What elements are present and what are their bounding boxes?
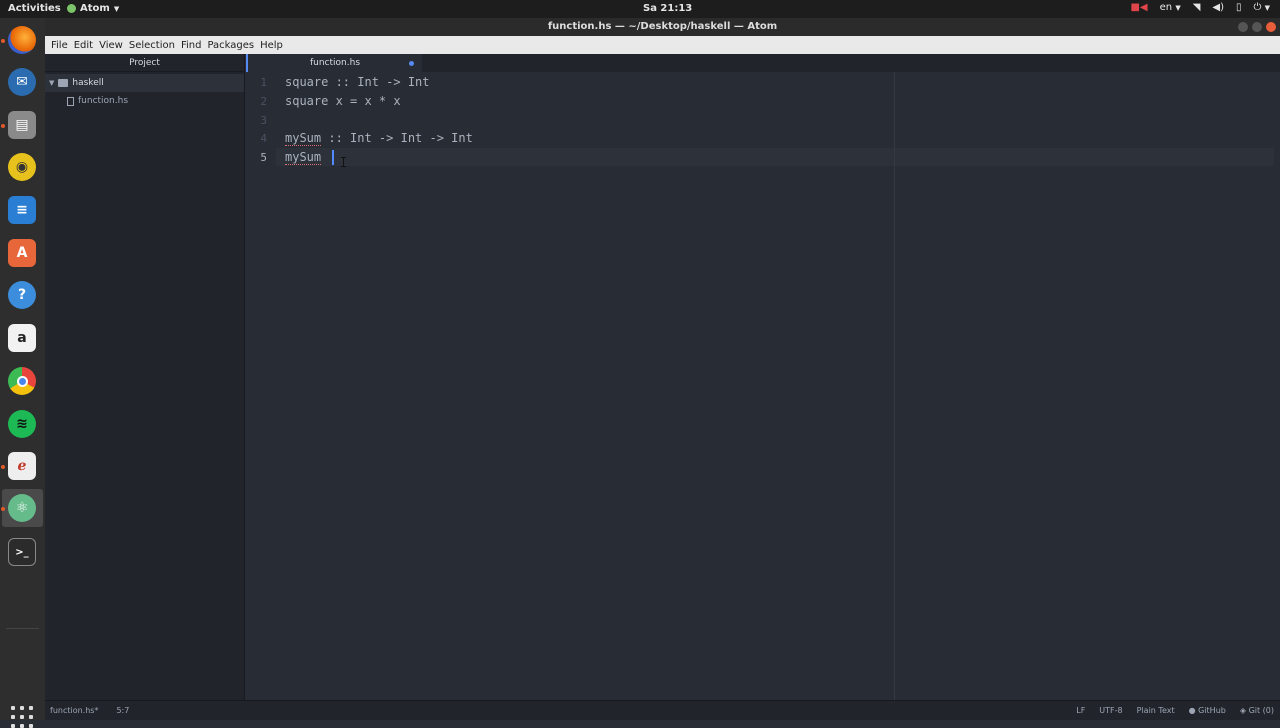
line-number: 3: [260, 114, 267, 127]
menu-selection[interactable]: Selection: [126, 40, 178, 51]
network-icon[interactable]: ◥: [1193, 2, 1201, 13]
code-line-current: mySum: [285, 150, 328, 165]
show-applications-icon[interactable]: [11, 706, 33, 728]
files-icon[interactable]: ▤: [8, 111, 36, 139]
folder-label: haskell: [72, 78, 104, 88]
menu-packages[interactable]: Packages: [204, 40, 257, 51]
menu-help[interactable]: Help: [257, 40, 286, 51]
line-number: 2: [260, 95, 267, 108]
window-title: function.hs — ~/Desktop/haskell — Atom: [547, 21, 778, 32]
clock[interactable]: Sa 21:13: [643, 3, 692, 14]
code-line: mySum :: Int -> Int -> Int: [285, 131, 473, 146]
code-line: square :: Int -> Int: [285, 75, 430, 89]
lint-squiggle: mySum: [285, 131, 322, 146]
status-encoding[interactable]: UTF-8: [1099, 706, 1122, 715]
terminal-icon[interactable]: >_: [8, 538, 36, 566]
file-icon: [67, 96, 74, 106]
status-bar: function.hs* 5:7 LF UTF-8 Plain Text ● G…: [45, 700, 1280, 720]
atom-icon[interactable]: ⚛: [8, 494, 36, 522]
help-icon[interactable]: ?: [8, 281, 36, 309]
amazon-icon[interactable]: a: [8, 324, 36, 352]
cursor-line-highlight: [276, 148, 1274, 166]
power-icon[interactable]: ⏻ ▼: [1254, 2, 1270, 13]
status-file-name[interactable]: function.hs*: [50, 706, 98, 715]
tree-folder-haskell[interactable]: ▼ haskell: [45, 74, 244, 92]
status-github[interactable]: ● GitHub: [1189, 706, 1226, 715]
document-viewer-icon[interactable]: ℯ: [8, 452, 36, 480]
close-button[interactable]: [1266, 22, 1276, 32]
line-number: 4: [260, 132, 267, 145]
tab-function-hs[interactable]: function.hs: [246, 54, 422, 72]
dock: ✉ ▤ ◉ ≡ A ? a ≋ ℯ ⚛ >_: [0, 18, 45, 728]
window-titlebar: function.hs — ~/Desktop/haskell — Atom: [45, 18, 1280, 36]
tab-bar: function.hs: [246, 54, 1280, 72]
spotify-icon[interactable]: ≋: [8, 410, 36, 438]
folder-icon: [58, 79, 69, 87]
line-number-gutter[interactable]: 1 2 3 4 5: [246, 72, 276, 700]
keyboard-layout[interactable]: en ▼: [1160, 2, 1181, 13]
modified-indicator-icon[interactable]: [409, 61, 414, 66]
running-indicator: [1, 124, 5, 128]
mouse-ibeam-icon: [341, 157, 347, 167]
tab-label: function.hs: [309, 58, 361, 68]
menu-view[interactable]: View: [96, 40, 126, 51]
tree-file-function-hs[interactable]: function.hs: [67, 92, 128, 110]
rhythmbox-icon[interactable]: ◉: [8, 153, 36, 181]
app-menu-label: Atom: [80, 3, 110, 14]
system-tray: ■◀ en ▼ ◥ ◀) ▯ ⏻ ▼: [1130, 2, 1270, 13]
minimize-button[interactable]: [1238, 22, 1248, 32]
github-icon: ●: [1188, 706, 1196, 715]
status-cursor-position[interactable]: 5:7: [116, 706, 129, 715]
volume-icon[interactable]: ◀): [1212, 2, 1224, 13]
chevron-down-icon: ▼: [113, 4, 120, 13]
atom-app-icon: [67, 4, 76, 13]
status-grammar[interactable]: Plain Text: [1137, 706, 1175, 715]
text-cursor: [332, 150, 334, 165]
code-line: square x = x * x: [285, 94, 401, 108]
thunderbird-icon[interactable]: ✉: [8, 68, 36, 96]
maximize-button[interactable]: [1252, 22, 1262, 32]
dock-separator: [6, 628, 39, 629]
running-indicator: [1, 39, 5, 43]
top-bar: Activities Atom ▼ Sa 21:13 ■◀ en ▼ ◥ ◀) …: [0, 0, 1280, 18]
menu-find[interactable]: Find: [178, 40, 205, 51]
menu-file[interactable]: File: [48, 40, 71, 51]
chevron-down-icon: ▼: [49, 79, 55, 87]
line-number-current: 5: [260, 151, 267, 164]
status-git[interactable]: ◈ Git (0): [1240, 706, 1274, 715]
status-line-ending[interactable]: LF: [1076, 706, 1085, 715]
screen-recorder-icon[interactable]: ■◀: [1130, 2, 1147, 13]
chrome-icon[interactable]: [8, 367, 36, 395]
firefox-icon[interactable]: [8, 26, 36, 54]
git-icon: ◈: [1239, 706, 1247, 715]
window-controls: [1238, 22, 1276, 32]
lint-squiggle: mySum: [285, 150, 322, 165]
running-indicator: [1, 507, 5, 511]
battery-icon[interactable]: ▯: [1236, 2, 1242, 13]
activities-button[interactable]: Activities: [8, 3, 61, 14]
running-indicator: [1, 465, 5, 469]
app-menu[interactable]: Atom ▼: [67, 3, 119, 14]
file-label: function.hs: [78, 96, 129, 106]
menu-edit[interactable]: Edit: [71, 40, 96, 51]
chevron-down-icon: ▼: [1175, 4, 1181, 12]
tree-view-header[interactable]: Project: [45, 54, 244, 72]
tree-view: Project ▼ haskell function.hs: [45, 54, 245, 700]
line-number: 1: [260, 76, 267, 89]
chevron-down-icon: ▼: [1264, 4, 1270, 12]
menu-bar: File Edit View Selection Find Packages H…: [45, 36, 1280, 54]
software-center-icon[interactable]: A: [8, 239, 36, 267]
wrap-guide: [894, 72, 895, 700]
text-editor[interactable]: 1 2 3 4 5 square :: Int -> Int square x …: [246, 72, 1280, 700]
libreoffice-writer-icon[interactable]: ≡: [8, 196, 36, 224]
